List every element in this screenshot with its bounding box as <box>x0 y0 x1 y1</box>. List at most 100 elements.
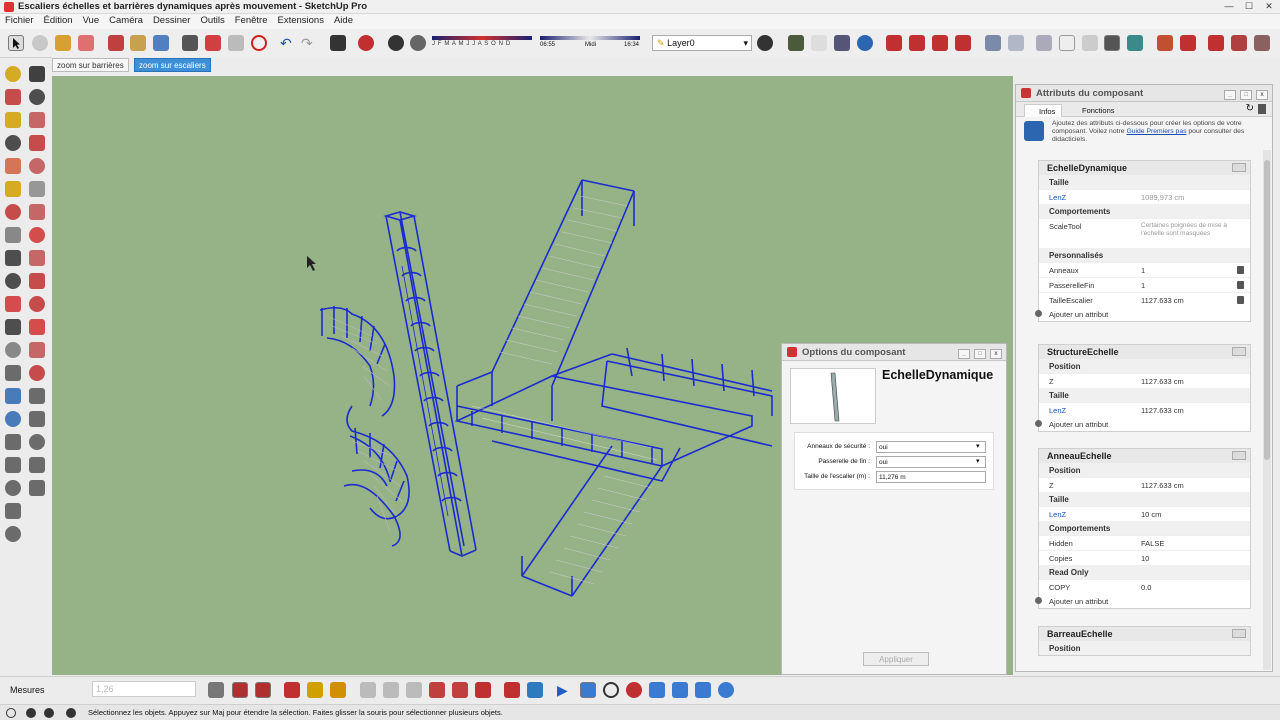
menu-item-1[interactable]: Édition <box>39 14 78 27</box>
tab-infos[interactable]: Infos <box>1024 104 1063 117</box>
iso-view-icon[interactable] <box>985 35 1001 51</box>
3d-text-tool-icon[interactable] <box>5 204 21 220</box>
walk-tool-icon[interactable] <box>5 296 21 312</box>
option-value-field[interactable]: 11,276 m <box>876 471 986 483</box>
delete-icon[interactable] <box>251 35 267 51</box>
circle-tool-icon[interactable] <box>29 158 45 174</box>
hidden-line-icon[interactable] <box>1082 35 1098 51</box>
top-view-icon[interactable] <box>1008 35 1024 51</box>
component-options-icon[interactable] <box>232 682 248 698</box>
solid-union-icon[interactable] <box>284 682 300 698</box>
scene-tab-barrieres[interactable]: zoom sur barrières <box>52 58 129 72</box>
redo-icon[interactable]: ↷ <box>301 35 317 51</box>
extension-warehouse-icon[interactable] <box>955 35 971 51</box>
offset-tool-icon[interactable] <box>29 250 45 266</box>
fog-icon[interactable] <box>410 35 426 51</box>
apply-button[interactable]: Appliquer <box>863 652 929 666</box>
panel-restore-button[interactable]: □ <box>1240 90 1252 100</box>
menu-item-4[interactable]: Dessiner <box>148 14 196 27</box>
shadows-icon[interactable] <box>388 35 404 51</box>
panel-minimize-button[interactable]: _ <box>1224 90 1236 100</box>
shaded-icon[interactable] <box>1104 35 1120 51</box>
cube-tool-icon[interactable] <box>5 503 21 519</box>
zoom-extents-tool-icon[interactable] <box>5 365 21 381</box>
shadow-time-slider[interactable]: 06:55 Midi 16:34 <box>540 34 640 52</box>
arc-tool-icon[interactable] <box>29 89 45 105</box>
panel-close-button[interactable]: x <box>1256 90 1268 100</box>
attribute-row[interactable]: COPY 0.0 <box>1039 579 1250 594</box>
zoom-window-tool-icon[interactable] <box>5 342 21 358</box>
scrollbar-thumb[interactable] <box>1264 160 1270 460</box>
option-value-field[interactable]: oui <box>876 456 986 468</box>
orbit-tool-icon[interactable] <box>29 273 45 289</box>
component-card-header[interactable]: StructureEchelle <box>1039 345 1250 359</box>
getting-started-link[interactable]: Guide Premiers pas <box>1126 128 1186 135</box>
menu-item-7[interactable]: Extensions <box>272 14 328 27</box>
look-around-tool-icon[interactable] <box>5 319 21 335</box>
measures-input[interactable]: 1,26 <box>92 681 196 697</box>
add-attribute-row[interactable]: Ajouter un attribut <box>1035 307 1250 321</box>
sandbox-smoove-tool-icon[interactable] <box>5 411 21 427</box>
component-card-header[interactable]: BarreauEchelle <box>1039 627 1250 641</box>
sandbox-from-contours-tool-icon[interactable] <box>5 388 21 404</box>
minimize-button[interactable]: — <box>1220 1 1238 12</box>
shaded-textures-icon[interactable] <box>1127 35 1143 51</box>
freehand-tool-icon[interactable] <box>29 112 45 128</box>
refresh-icon[interactable]: ↻ <box>1246 104 1254 114</box>
option-value-field[interactable]: oui <box>876 441 986 453</box>
pan-tool-icon[interactable] <box>29 296 45 312</box>
screen-icon[interactable] <box>672 682 688 698</box>
tab-fonctions[interactable]: Fonctions <box>1068 104 1121 117</box>
model-info-icon[interactable] <box>358 35 374 51</box>
position-camera-tool-icon[interactable] <box>29 342 45 358</box>
open-icon[interactable] <box>130 35 146 51</box>
maximize-button[interactable]: ☐ <box>1240 1 1258 12</box>
rotate-view-tool-icon[interactable] <box>5 526 21 542</box>
warehouse-tool-icon[interactable] <box>29 457 45 473</box>
instructor-icon[interactable] <box>66 708 76 718</box>
eraser-icon[interactable] <box>32 35 48 51</box>
zoom-tool-icon[interactable] <box>29 319 45 335</box>
move-tool-icon[interactable] <box>5 227 21 243</box>
attribute-row[interactable]: Z 1127.633 cm <box>1039 373 1250 388</box>
solid-subtract-icon[interactable] <box>429 682 445 698</box>
play-icon[interactable]: ▶ <box>557 682 573 698</box>
solid-outer-shell-icon[interactable] <box>360 682 376 698</box>
stamp-icon[interactable] <box>1254 35 1270 51</box>
attribute-row[interactable]: Hidden FALSE <box>1039 535 1250 550</box>
section-tool-icon[interactable] <box>5 181 21 197</box>
settings-icon[interactable] <box>649 682 665 698</box>
attribute-row[interactable]: PasserelleFin 1 <box>1039 277 1250 292</box>
section-plane-icon[interactable] <box>1157 35 1173 51</box>
component-card-header[interactable]: EchelleDynamique <box>1039 161 1250 175</box>
expand-icon[interactable] <box>1232 629 1246 638</box>
share-component-icon[interactable] <box>932 35 948 51</box>
attribute-row[interactable]: Copies 10 <box>1039 550 1250 565</box>
panel-restore-button[interactable]: □ <box>974 349 986 359</box>
export-icon[interactable] <box>695 682 711 698</box>
attribute-row[interactable]: LenZ 10 cm <box>1039 506 1250 521</box>
dynamic-interact-icon[interactable] <box>208 682 224 698</box>
polygon-tool-icon[interactable] <box>29 181 45 197</box>
paint-bucket-icon[interactable] <box>55 35 71 51</box>
building-tool-icon[interactable] <box>29 480 45 496</box>
panel-minimize-button[interactable]: _ <box>958 349 970 359</box>
components-icon[interactable] <box>788 35 804 51</box>
toggle-formula-icon[interactable] <box>1258 104 1266 114</box>
component-card-header[interactable]: AnneauEchelle <box>1039 449 1250 463</box>
select-tool-icon[interactable] <box>8 35 24 51</box>
panel-close-button[interactable]: x <box>990 349 1002 359</box>
formula-icon[interactable] <box>1237 266 1244 274</box>
scene-tab-escaliers[interactable]: zoom sur escaliers <box>134 58 211 72</box>
expand-icon[interactable] <box>1232 163 1246 172</box>
attribute-row[interactable]: Anneaux 1 <box>1039 262 1250 277</box>
stop-icon[interactable] <box>603 682 619 698</box>
print-icon[interactable] <box>330 35 346 51</box>
sandbox-icon[interactable] <box>1208 35 1224 51</box>
attributes-scrollbar[interactable] <box>1263 150 1271 670</box>
solid-intersect-icon[interactable] <box>383 682 399 698</box>
attribute-row[interactable]: TailleEscalier 1127.633 cm <box>1039 292 1250 307</box>
sandbox-drape-tool-icon[interactable] <box>5 434 21 450</box>
menu-item-8[interactable]: Aide <box>329 14 358 27</box>
formula-icon[interactable] <box>1237 281 1244 289</box>
